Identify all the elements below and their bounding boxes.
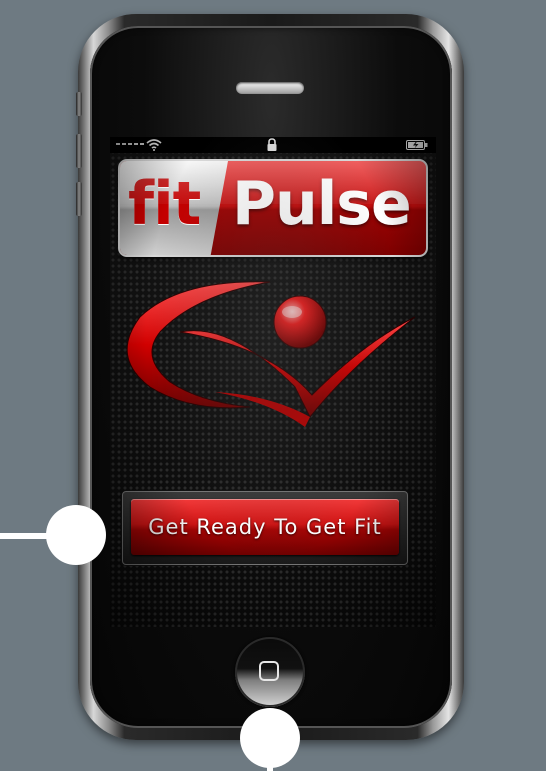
- logo-text-pulse: Pulse: [232, 169, 412, 239]
- logo-text-fit: fit: [128, 169, 201, 239]
- volume-down-button: [76, 182, 82, 216]
- battery-charging-icon: [406, 140, 428, 150]
- ringer-switch: [76, 92, 82, 116]
- volume-up-button: [76, 134, 82, 168]
- lock-icon: [267, 138, 277, 151]
- callout-line-bottom: [267, 760, 273, 771]
- status-bar: [110, 137, 436, 153]
- app-screen: fit Pulse Get Ready To Get Fit: [110, 137, 436, 627]
- callout-marker-left: [46, 505, 106, 565]
- home-button[interactable]: [235, 637, 305, 707]
- home-button-icon: [259, 661, 279, 681]
- signal-icon: [116, 143, 144, 145]
- get-ready-button[interactable]: Get Ready To Get Fit: [131, 499, 399, 555]
- earpiece-speaker: [236, 82, 304, 94]
- fitpulse-logo: fit Pulse: [118, 159, 428, 257]
- cta-frame: Get Ready To Get Fit: [122, 491, 408, 565]
- get-ready-button-label: Get Ready To Get Fit: [148, 515, 382, 539]
- callout-marker-bottom: [240, 708, 300, 768]
- fitpulse-checkmark-emblem: [126, 281, 416, 427]
- screenshot-stage: fit Pulse Get Ready To Get Fit: [0, 0, 546, 771]
- wifi-icon: [146, 139, 162, 151]
